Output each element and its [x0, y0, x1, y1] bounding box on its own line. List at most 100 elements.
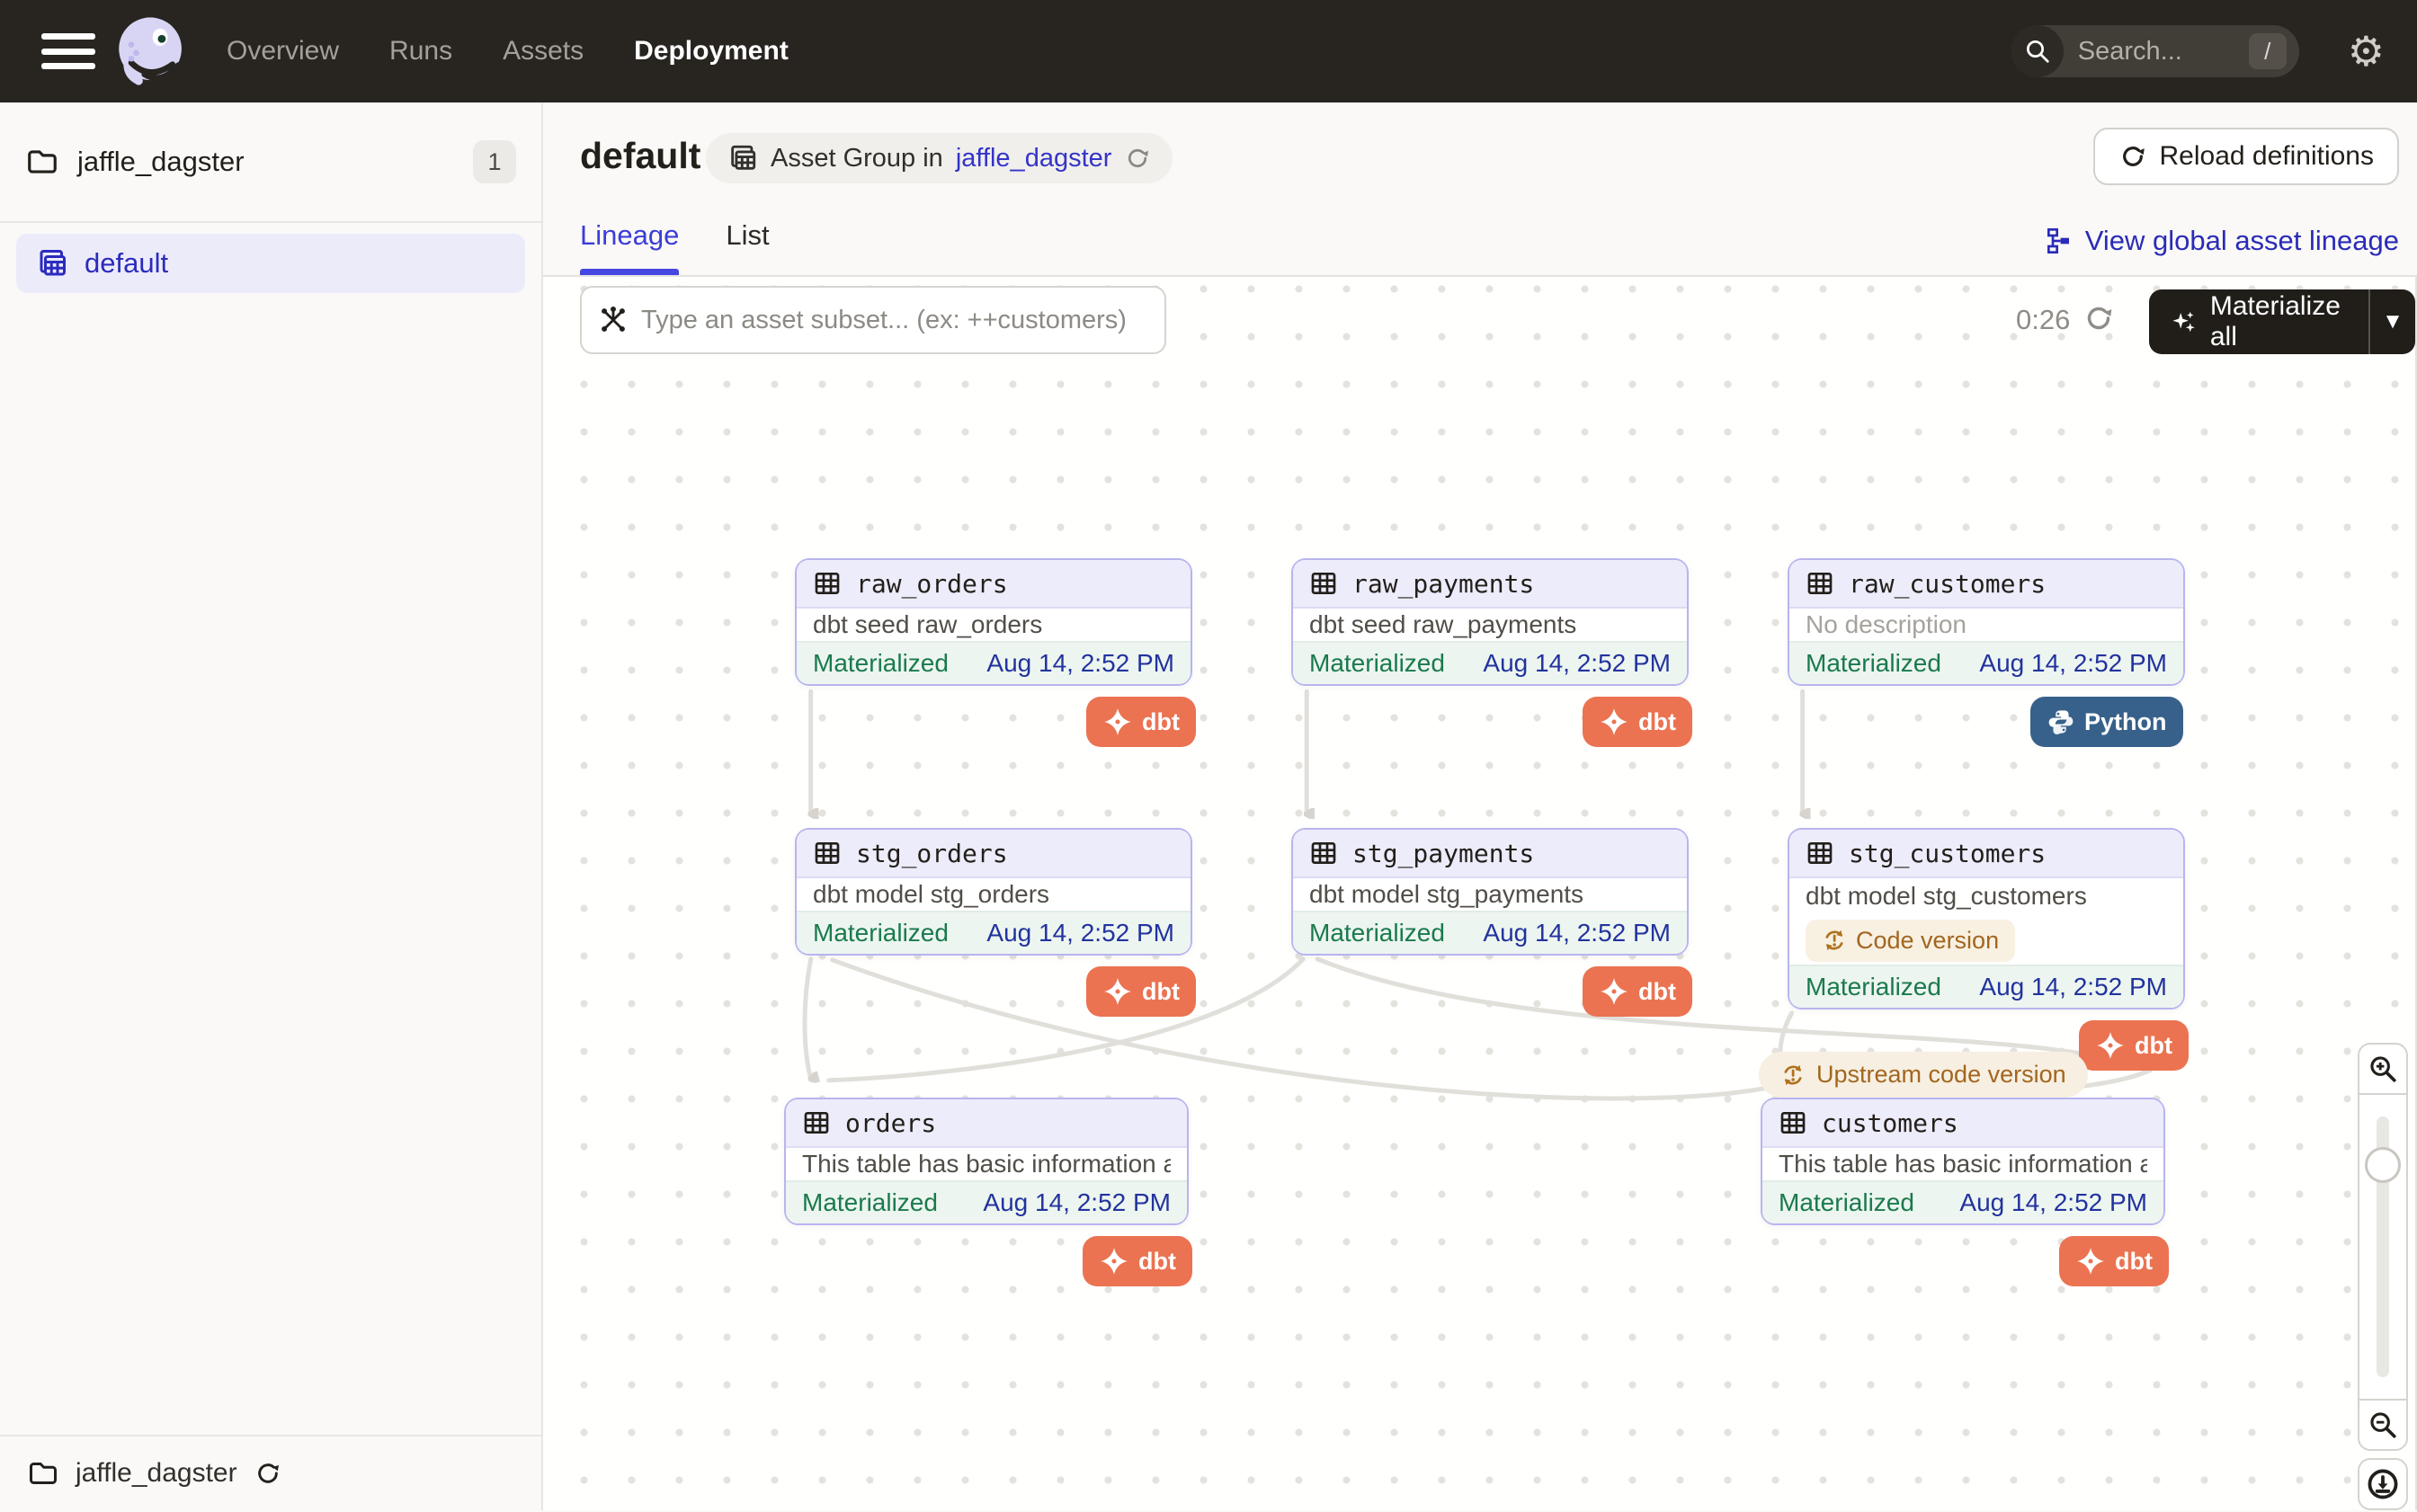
top-nav: Overview Runs Assets Deployment / ⚙: [0, 0, 2417, 102]
asset-node-body: dbt model stg_customers Code version: [1789, 878, 2183, 965]
materialization-timestamp: Aug 14, 2:52 PM: [986, 919, 1174, 947]
zoom-slider-handle[interactable]: [2365, 1147, 2401, 1183]
primary-nav: Overview Runs Assets Deployment: [227, 36, 789, 67]
refresh-icon[interactable]: [1124, 145, 1151, 172]
asset-node-body: dbt seed raw_payments: [1293, 609, 1687, 641]
folder-icon: [27, 1457, 59, 1490]
asset-name: orders: [845, 1108, 936, 1138]
sidebar-repo-jaffle-dagster[interactable]: jaffle_dagster 1: [0, 102, 541, 223]
reload-definitions-button[interactable]: Reload definitions: [2093, 128, 2400, 185]
dbt-logo-icon: [1099, 1246, 1129, 1276]
sidebar-footer-repo[interactable]: jaffle_dagster: [0, 1435, 541, 1510]
search-input[interactable]: [2078, 37, 2231, 67]
asset-description: This table has basic information about .…: [1779, 1150, 2147, 1178]
asset-node-body: dbt model stg_payments: [1293, 878, 1687, 911]
asset-subset-input[interactable]: [641, 306, 1148, 335]
dbt-logo-icon: [2095, 1030, 2126, 1061]
asset-node-orders[interactable]: ordersThis table has basic information a…: [784, 1098, 1189, 1225]
table-icon: [1309, 839, 1338, 867]
dbt-kind-badge: dbt: [1086, 966, 1196, 1017]
footer-repo-label: jaffle_dagster: [76, 1458, 237, 1489]
nav-item-assets[interactable]: Assets: [503, 36, 584, 67]
graph-filter-icon: [598, 305, 629, 335]
dbt-kind-badge: dbt: [1086, 697, 1196, 747]
nav-item-deployment[interactable]: Deployment: [634, 36, 789, 67]
code-version-icon: [1780, 1063, 1806, 1088]
asset-node-header: raw_payments: [1293, 560, 1687, 609]
dagster-logo[interactable]: [111, 12, 191, 91]
materialize-all-button[interactable]: Materialize all: [2149, 291, 2368, 352]
asset-description: dbt seed raw_orders: [813, 610, 1174, 639]
code-version-chip[interactable]: Code version: [1806, 920, 2015, 962]
table-icon: [802, 1108, 831, 1137]
asset-node-customers[interactable]: customersThis table has basic informatio…: [1761, 1098, 2165, 1225]
tab-list[interactable]: List: [726, 219, 769, 275]
asset-description: dbt model stg_payments: [1309, 880, 1671, 909]
refresh-countdown: 0:26: [2016, 304, 2070, 336]
asset-node-footer: MaterializedAug 14, 2:52 PM: [797, 911, 1191, 954]
lineage-canvas[interactable]: 0:26 Materialize all ▼ raw_ordersdbt see…: [543, 277, 2417, 1510]
asset-node-header: stg_payments: [1293, 830, 1687, 878]
materialization-status: Materialized: [1806, 649, 1941, 678]
kind-label: dbt: [1638, 978, 1676, 1006]
folder-icon: [25, 145, 59, 179]
table-icon: [1806, 839, 1834, 867]
hamburger-menu-icon[interactable]: [41, 33, 95, 69]
asset-node-raw_customers[interactable]: raw_customersNo descriptionMaterializedA…: [1788, 558, 2185, 686]
materialization-status: Materialized: [1309, 919, 1445, 947]
download-image-button[interactable]: [2358, 1458, 2408, 1510]
asset-node-body: dbt seed raw_orders: [797, 609, 1191, 641]
asset-node-footer: Materialized Aug 14, 2:52 PM: [1293, 911, 1687, 954]
upstream-code-version-label: Upstream code version: [1816, 1061, 2066, 1089]
tab-lineage[interactable]: Lineage: [580, 219, 679, 275]
asset-node-footer: MaterializedAug 14, 2:52 PM: [1293, 641, 1687, 684]
asset-node-stg_customers[interactable]: stg_customersdbt model stg_customers Code…: [1788, 828, 2185, 1009]
materialization-status: Materialized: [802, 1188, 938, 1217]
asset-node-header: customers: [1762, 1099, 2163, 1148]
asset-name: stg_orders: [856, 839, 1008, 868]
asset-group-pill: Asset Group in jaffle_dagster: [706, 133, 1173, 183]
dbt-logo-icon: [1599, 707, 1629, 737]
asset-node-stg_payments[interactable]: stg_paymentsdbt model stg_paymentsMateri…: [1291, 828, 1689, 956]
edge-stg_orders-to-orders: [805, 959, 811, 1079]
asset-node-stg_orders[interactable]: stg_ordersdbt model stg_ordersMaterializ…: [795, 828, 1192, 956]
nav-item-overview[interactable]: Overview: [227, 36, 339, 67]
asset-node-header: stg_customers: [1789, 830, 2183, 878]
search-icon: [2011, 25, 2064, 77]
asset-group-repo-link[interactable]: jaffle_dagster: [956, 144, 1112, 173]
table-icon: [1309, 569, 1338, 598]
view-global-asset-lineage-label: View global asset lineage: [2085, 225, 2399, 257]
asset-node-raw_orders[interactable]: raw_ordersdbt seed raw_ordersMaterialize…: [795, 558, 1192, 686]
gear-icon[interactable]: ⚙: [2348, 31, 2385, 72]
asset-node-raw_payments[interactable]: raw_paymentsdbt seed raw_paymentsMateria…: [1291, 558, 1689, 686]
table-icon: [813, 839, 842, 867]
asset-description: dbt model stg_customers: [1806, 882, 2167, 911]
repo-count-badge: 1: [473, 140, 516, 183]
materialization-status: Materialized: [813, 649, 949, 678]
reload-repo-icon[interactable]: [254, 1459, 282, 1488]
table-icon: [813, 569, 842, 598]
page-title: default: [580, 135, 700, 177]
zoom-controls: [2358, 1043, 2410, 1512]
materialization-timestamp: Aug 14, 2:52 PM: [983, 1188, 1171, 1217]
asset-node-footer: MaterializedAug 14, 2:52 PM: [797, 641, 1191, 684]
view-global-asset-lineage-link[interactable]: View global asset lineage: [2044, 225, 2399, 257]
sidebar-item-default[interactable]: default: [16, 234, 525, 293]
asset-node-body: dbt model stg_orders: [797, 878, 1191, 911]
dbt-kind-badge: dbt: [1583, 966, 1692, 1017]
asset-node-footer: MaterializedAug 14, 2:52 PM: [1789, 965, 2183, 1008]
zoom-out-button[interactable]: [2358, 1399, 2408, 1451]
asset-node-body: This table has basic information about .…: [1762, 1148, 2163, 1180]
zoom-in-button[interactable]: [2358, 1043, 2408, 1095]
upstream-code-version-pill[interactable]: Upstream code version: [1759, 1052, 2088, 1098]
graph-refresh-icon[interactable]: [2083, 302, 2115, 334]
materialization-timestamp: Aug 14, 2:52 PM: [1979, 649, 2167, 678]
nav-item-runs[interactable]: Runs: [389, 36, 452, 67]
sidebar: jaffle_dagster 1 default jaffle_dagster: [0, 102, 543, 1510]
global-search[interactable]: /: [2011, 25, 2299, 77]
lineage-icon: [2044, 227, 2073, 255]
asset-name: stg_customers: [1849, 839, 2046, 868]
materialize-options-caret[interactable]: ▼: [2370, 309, 2415, 334]
materialization-timestamp: Aug 14, 2:52 PM: [1483, 919, 1671, 947]
asset-subset-filter[interactable]: [580, 286, 1166, 354]
